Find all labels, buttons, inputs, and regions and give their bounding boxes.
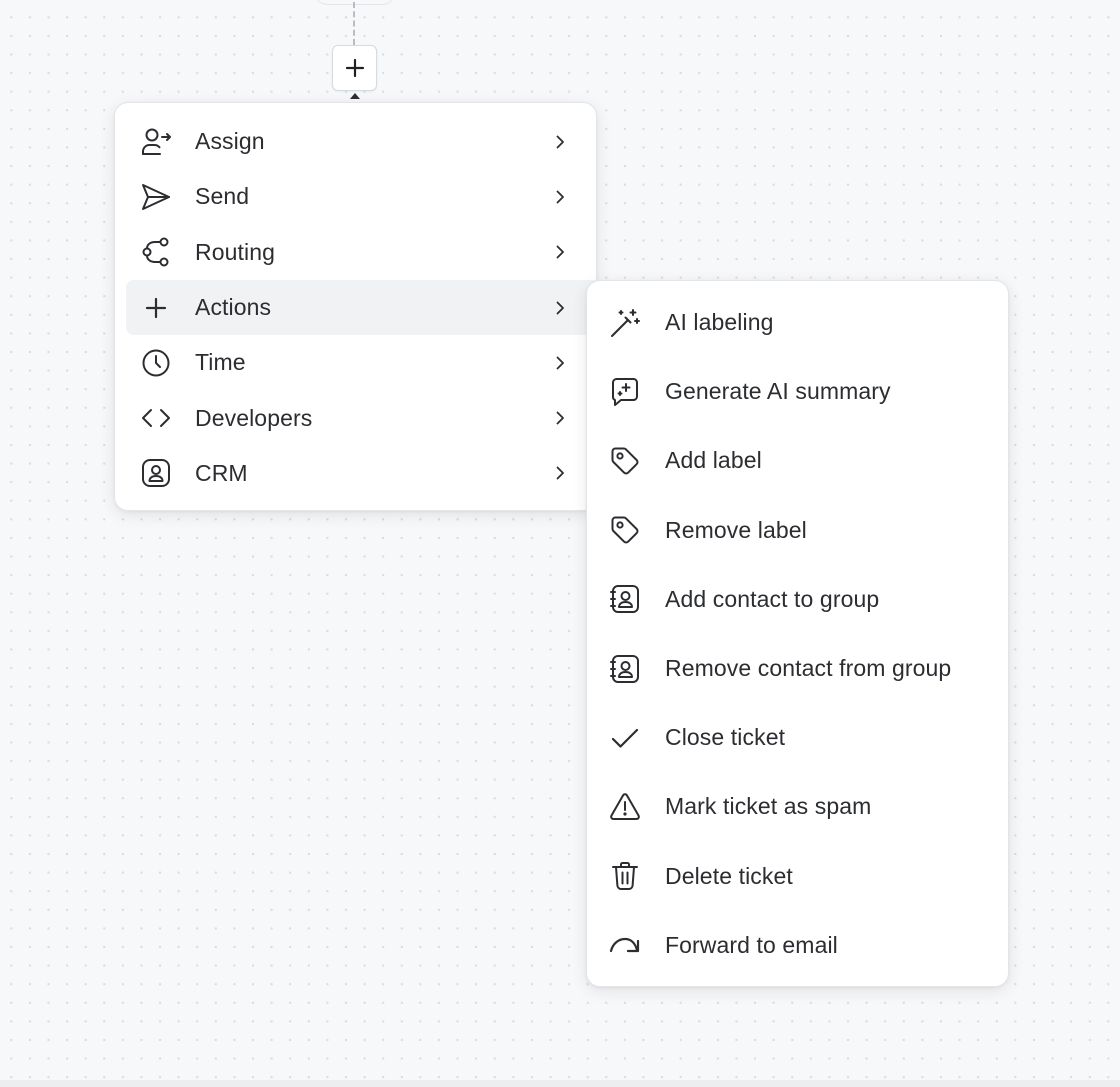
flow-connector (353, 2, 355, 45)
submenu-item-generate-ai-summary[interactable]: Generate AI summary (587, 357, 1008, 426)
submenu-item-label: Add label (665, 447, 762, 474)
clock-icon (140, 347, 172, 379)
submenu-item-add-contact-to-group[interactable]: Add contact to group (587, 565, 1008, 634)
ai-summary-icon (609, 376, 641, 408)
chevron-right-icon (552, 189, 568, 205)
plus-icon (140, 292, 172, 324)
chevron-right-icon (552, 134, 568, 150)
submenu-item-label: Remove label (665, 516, 807, 543)
magic-wand-icon (609, 307, 641, 339)
submenu-item-label: Close ticket (665, 724, 786, 751)
submenu-item-label: Generate AI summary (665, 378, 891, 405)
submenu-item-label: Add contact to group (665, 585, 880, 612)
chevron-right-icon (552, 300, 568, 316)
menu-item-developers[interactable]: Developers (126, 390, 585, 445)
menu-item-label: CRM (195, 459, 248, 486)
contact-book-icon (609, 653, 641, 685)
menu-item-label: Send (195, 183, 250, 210)
submenu-item-label: Remove contact from group (665, 655, 952, 682)
add-step-menu: Assign Send Routing Actions Time Develop… (114, 102, 597, 511)
menu-item-label: Time (195, 349, 246, 376)
submenu-item-label: Delete ticket (665, 862, 793, 889)
menu-item-label: Assign (195, 128, 265, 155)
menu-item-label: Actions (195, 294, 272, 321)
menu-item-actions[interactable]: Actions (126, 279, 596, 336)
contact-book-icon (609, 583, 641, 615)
submenu-item-add-label[interactable]: Add label (587, 426, 1008, 495)
menu-item-send[interactable]: Send (126, 169, 585, 224)
contact-card-icon (140, 457, 172, 489)
submenu-item-ai-labeling[interactable]: AI labeling (587, 288, 1008, 357)
submenu-item-delete-ticket[interactable]: Delete ticket (587, 842, 1008, 911)
send-icon (140, 181, 172, 213)
submenu-item-label: Mark ticket as spam (665, 793, 872, 820)
menu-item-crm[interactable]: CRM (126, 446, 585, 501)
submenu-item-remove-contact-from-group[interactable]: Remove contact from group (587, 634, 1008, 703)
submenu-item-forward-to-email[interactable]: Forward to email (587, 911, 1008, 980)
menu-item-label: Developers (195, 404, 313, 431)
add-step-button[interactable]: + (332, 45, 377, 91)
trash-icon (609, 860, 641, 892)
forward-arrow-icon (609, 929, 641, 961)
submenu-item-mark-ticket-as-spam[interactable]: Mark ticket as spam (587, 772, 1008, 841)
menu-caret (350, 93, 360, 99)
submenu-item-close-ticket[interactable]: Close ticket (587, 703, 1008, 772)
submenu-item-label: Forward to email (665, 931, 838, 958)
submenu-item-label: AI labeling (665, 309, 774, 336)
canvas-bottom-bar (0, 1080, 1120, 1087)
tag-icon (609, 445, 641, 477)
previous-step-node[interactable] (314, 0, 396, 5)
menu-item-assign[interactable]: Assign (126, 114, 585, 169)
menu-item-routing[interactable]: Routing (126, 225, 585, 280)
plus-icon (345, 58, 364, 78)
menu-item-time[interactable]: Time (126, 335, 585, 390)
submenu-item-remove-label[interactable]: Remove label (587, 496, 1008, 565)
user-arrow-icon (140, 126, 172, 158)
check-icon (609, 722, 641, 754)
tag-icon (609, 514, 641, 546)
chevron-right-icon (552, 465, 568, 481)
code-icon (140, 402, 172, 434)
menu-item-label: Routing (195, 238, 275, 265)
routing-icon (140, 236, 172, 268)
chevron-right-icon (552, 410, 568, 426)
chevron-right-icon (552, 355, 568, 371)
chevron-right-icon (552, 244, 568, 260)
actions-submenu: AI labeling Generate AI summary Add labe… (586, 280, 1009, 987)
warning-icon (609, 791, 641, 823)
